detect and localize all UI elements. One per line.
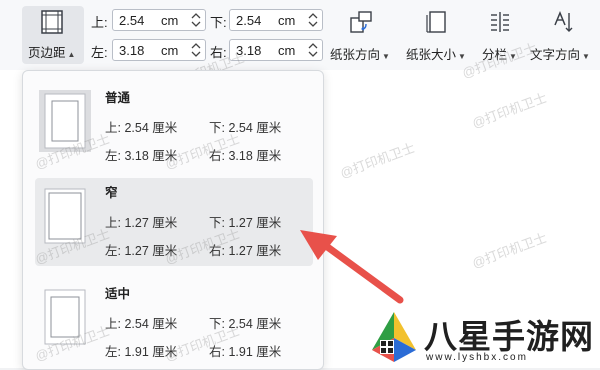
brand-logo [372, 312, 416, 362]
site-brand: 八星手游网 www.lyshbx.com [360, 306, 600, 368]
brand-url: www.lyshbx.com [426, 352, 528, 363]
brand-name: 八星手游网 [424, 318, 594, 355]
